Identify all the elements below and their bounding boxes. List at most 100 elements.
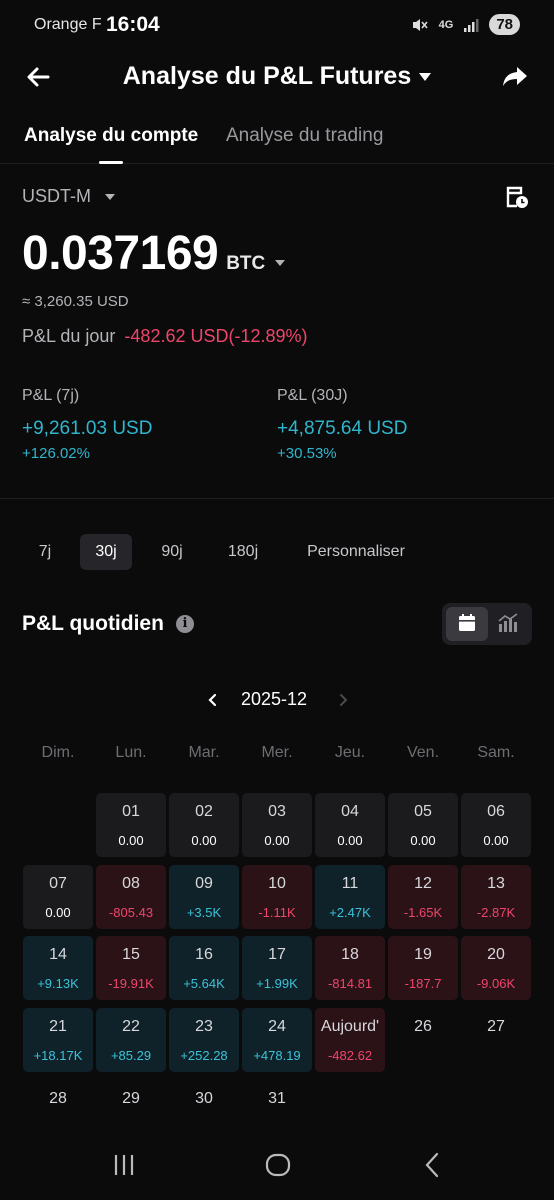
daily-pnl-label: P&L du jour <box>22 326 116 346</box>
calendar-day-pnl: -814.81 <box>327 976 373 991</box>
chart-icon <box>498 613 518 632</box>
calendar-day[interactable]: 10 -1.11K <box>242 865 312 929</box>
history-icon[interactable] <box>504 184 530 210</box>
calendar-day-pnl: -1.11K <box>258 905 296 920</box>
chart-view-button[interactable] <box>488 607 528 641</box>
calendar-day-number: 29 <box>122 1090 140 1107</box>
chevron-right-icon[interactable] <box>332 688 354 712</box>
calendar-day[interactable]: 23 +252.28 <box>169 1008 239 1072</box>
calendar-day[interactable]: 11 +2.47K <box>315 865 385 929</box>
calendar-day-number: 30 <box>195 1090 213 1107</box>
calendar-day[interactable]: 28 <box>23 1080 93 1144</box>
calendar-day-number: 01 <box>122 803 140 820</box>
calendar-day-pnl: 0.00 <box>45 905 71 920</box>
calendar-day-number: 31 <box>268 1090 286 1107</box>
calendar-day[interactable]: 30 <box>169 1080 239 1144</box>
back-icon[interactable] <box>418 1150 448 1180</box>
calendar-day-number: 22 <box>122 1018 140 1035</box>
calendar-day-number: 24 <box>268 1018 286 1035</box>
calendar-day[interactable]: 26 <box>388 1008 458 1072</box>
calendar-day-pnl: +252.28 <box>180 1048 228 1063</box>
period-custom-button[interactable]: Personnaliser <box>294 534 418 570</box>
calendar-day[interactable]: 06 0.00 <box>461 793 531 857</box>
calendar-day[interactable]: 29 <box>96 1080 166 1144</box>
calendar-day-pnl: +3.5K <box>186 905 222 920</box>
calendar-day[interactable]: 19 -187.7 <box>388 936 458 1000</box>
calendar-day-pnl: -19.91K <box>108 976 154 991</box>
calendar-day-number: 20 <box>487 946 505 963</box>
calendar-day[interactable]: 18 -814.81 <box>315 936 385 1000</box>
calendar-view-button[interactable] <box>446 607 488 641</box>
active-tab-indicator <box>99 161 123 164</box>
battery-indicator: 78 <box>489 14 520 35</box>
account-type-selector[interactable]: USDT-M <box>22 186 115 207</box>
calendar-day[interactable]: 04 0.00 <box>315 793 385 857</box>
weekday-wednesday: Mer. <box>261 744 293 761</box>
calendar-day-pnl: 0.00 <box>483 833 509 848</box>
calendar-day[interactable]: 03 0.00 <box>242 793 312 857</box>
calendar-day[interactable]: 13 -2.87K <box>461 865 531 929</box>
calendar-day-number: 05 <box>414 803 432 820</box>
title-dropdown[interactable]: Analyse du P&L Futures <box>0 62 554 91</box>
weekday-saturday: Sam. <box>477 744 515 761</box>
calendar-day[interactable]: 22 +85.29 <box>96 1008 166 1072</box>
calendar-day-pnl: 0.00 <box>118 833 144 848</box>
calendar-day[interactable]: 15 -19.91K <box>96 936 166 1000</box>
calendar-day[interactable]: 12 -1.65K <box>388 865 458 929</box>
tab-trading-analysis[interactable]: Analyse du trading <box>226 125 383 147</box>
calendar-day[interactable]: 20 -9.06K <box>461 936 531 1000</box>
tab-account-analysis[interactable]: Analyse du compte <box>24 125 198 147</box>
calendar-day-pnl: +18.17K <box>33 1048 83 1063</box>
pnl-7d-label: P&L (7j) <box>22 387 80 404</box>
status-time: 16:04 <box>106 13 160 36</box>
chevron-left-icon[interactable] <box>202 688 224 712</box>
calendar-day-number: 16 <box>195 946 213 963</box>
chevron-down-icon <box>419 72 432 81</box>
period-180d-button[interactable]: 180j <box>216 534 270 570</box>
calendar-day[interactable]: 17 +1.99K <box>242 936 312 1000</box>
calendar-day-pnl: 0.00 <box>264 833 290 848</box>
calendar-day-number: 14 <box>49 946 67 963</box>
calendar-day-number: 04 <box>341 803 359 820</box>
info-icon[interactable]: i <box>175 615 194 633</box>
calendar-day[interactable]: 09 +3.5K <box>169 865 239 929</box>
calendar-day-number: 19 <box>414 946 432 963</box>
recent-apps-icon[interactable] <box>109 1150 139 1180</box>
calendar-day[interactable]: 16 +5.64K <box>169 936 239 1000</box>
pnl-7d-amount: +9,261.03 USD <box>22 418 153 439</box>
analysis-tabs: Analyse du compte Analyse du trading <box>0 118 554 164</box>
balance-value: 0.037169 <box>22 227 219 280</box>
calendar-day-number: 02 <box>195 803 213 820</box>
daily-pnl-value: -482.62 USD(-12.89%) <box>124 326 308 346</box>
calendar-day-number: 15 <box>122 946 140 963</box>
home-icon[interactable] <box>263 1150 293 1180</box>
calendar-day[interactable]: 07 0.00 <box>23 865 93 929</box>
balance-unit-selector[interactable]: BTC <box>226 253 265 275</box>
share-icon[interactable] <box>498 60 532 94</box>
calendar-day[interactable]: 05 0.00 <box>388 793 458 857</box>
period-7d-button[interactable]: 7j <box>26 534 64 570</box>
calendar-day-pnl: +1.99K <box>256 976 298 991</box>
calendar-day-number: 17 <box>268 946 286 963</box>
system-navigation-bar <box>0 1140 554 1190</box>
balance-usd-equivalent: ≈ 3,260.35 USD <box>22 293 129 310</box>
calendar-day[interactable]: 24 +478.19 <box>242 1008 312 1072</box>
calendar-day[interactable]: 02 0.00 <box>169 793 239 857</box>
calendar-day[interactable]: 14 +9.13K <box>23 936 93 1000</box>
calendar-day-number: 28 <box>49 1090 67 1107</box>
calendar-day[interactable]: Aujourd' -482.62 <box>315 1008 385 1072</box>
period-90d-button[interactable]: 90j <box>150 534 194 570</box>
calendar-day[interactable]: 31 <box>242 1080 312 1144</box>
weekday-monday: Lun. <box>115 744 147 761</box>
pnl-7d: P&L (7j) +9,261.03 USD +126.02% <box>22 387 152 462</box>
calendar-day[interactable]: 08 -805.43 <box>96 865 166 929</box>
calendar-day[interactable]: 21 +18.17K <box>23 1008 93 1072</box>
calendar-day-pnl: 0.00 <box>410 833 436 848</box>
calendar-day-number: 12 <box>414 875 432 892</box>
account-type-label: USDT-M <box>22 186 91 206</box>
period-30d-button[interactable]: 30j <box>80 534 132 570</box>
calendar-day[interactable]: 27 <box>461 1008 531 1072</box>
chevron-down-icon <box>105 193 115 200</box>
calendar-day[interactable]: 01 0.00 <box>96 793 166 857</box>
calendar-day-pnl: +478.19 <box>253 1048 301 1063</box>
